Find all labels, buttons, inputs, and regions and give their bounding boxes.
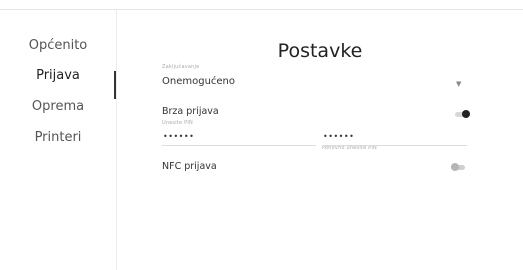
nfc-login-toggle[interactable] <box>451 163 466 171</box>
pin-input[interactable]: •••••• <box>163 132 194 141</box>
toggle-knob <box>462 110 470 118</box>
nfc-login-label: NFC prijava <box>162 161 217 172</box>
quick-login-label: Brza prijava <box>162 106 219 117</box>
chevron-down-icon[interactable]: ▼ <box>456 80 461 88</box>
sidebar-item-oprema[interactable]: Oprema <box>0 99 116 114</box>
lock-select[interactable]: Onemogućeno <box>162 76 235 87</box>
sidebar: Općenito Prijava Oprema Printeri <box>0 10 117 270</box>
pin-underline <box>162 145 316 146</box>
repeat-pin-underline <box>322 145 467 146</box>
active-nav-indicator <box>114 71 116 99</box>
sidebar-item-opcenito[interactable]: Općenito <box>0 38 116 53</box>
lock-select-caption: Zaključavanje <box>162 64 200 70</box>
page-title: Postavke <box>277 40 363 62</box>
sidebar-item-prijava[interactable]: Prijava <box>0 68 116 83</box>
toggle-knob <box>451 163 459 171</box>
sidebar-item-printeri[interactable]: Printeri <box>0 130 116 145</box>
quick-login-toggle[interactable] <box>455 110 470 118</box>
top-bar <box>0 0 523 10</box>
repeat-pin-input[interactable]: •••••• <box>323 132 354 141</box>
pin-caption: Unesite PIN <box>162 120 193 126</box>
